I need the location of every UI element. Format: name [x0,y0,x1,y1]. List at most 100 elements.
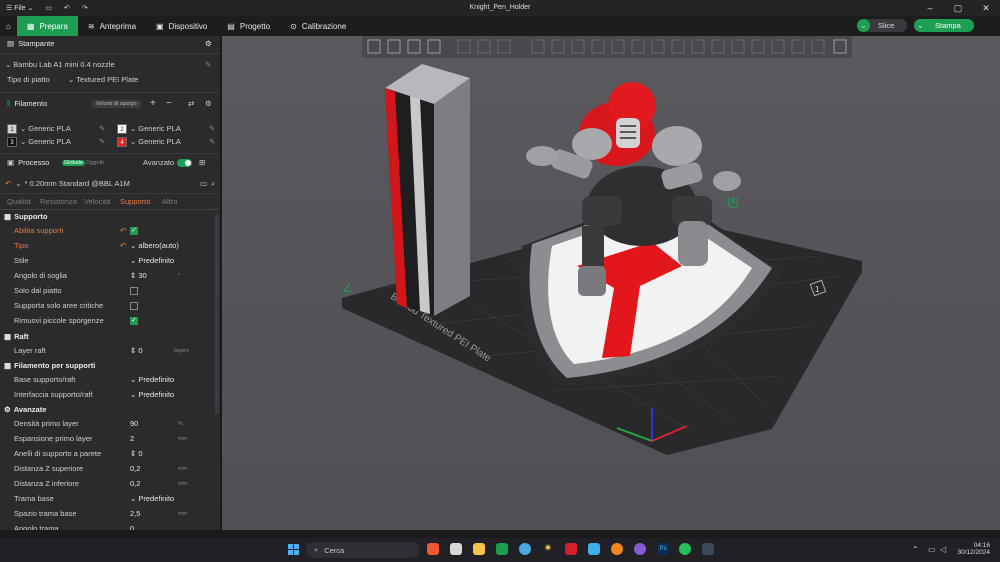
printer-select[interactable]: ⌄ Bambu Lab A1 mini 0.4 nozzle ✎ [0,57,220,72]
setting-input[interactable]: 2,5 [130,509,140,518]
support-interface-select[interactable]: ⌄ Predefinito [130,390,174,399]
subtab-supporto[interactable]: Supporto [120,197,150,206]
compare-icon[interactable]: ⊞ [199,158,205,167]
calendar-app-icon[interactable] [450,543,462,555]
edit-icon[interactable]: ✎ [99,137,105,146]
print-button[interactable]: ⌄ Stampa [914,19,974,32]
scene-canvas[interactable]: Bambu Textured PEI Plate 1 ᘎ ∠ [222,36,1000,530]
plate-only-checkbox[interactable] [130,286,138,295]
remote-app-icon[interactable] [702,543,714,555]
tray-chevron-icon[interactable]: ⌃ [912,545,919,554]
print-dropdown-icon[interactable]: ⌄ [914,21,927,30]
reset-icon[interactable]: ↶ [120,241,126,250]
volume-icon[interactable]: ◁ [940,545,946,554]
slice-dropdown-icon[interactable]: ⌄ [857,19,870,32]
undo-icon[interactable]: ↶ [58,0,76,16]
tab-prepara[interactable]: ▦ Prepara [16,16,78,36]
setting-input[interactable]: 0,2 [130,479,140,488]
process-profile-select[interactable]: ↶ ⌄ * 0.20mm Standard @BBL A1M ▭ ⌕ [0,176,220,191]
pen-holder-model[interactable] [385,64,470,316]
remove-small-checkbox[interactable] [130,316,138,325]
orange-app-icon[interactable] [611,543,623,555]
sync-icon[interactable]: ⇄ [188,99,194,108]
tab-anteprima[interactable]: ≋ Anteprima [78,16,146,36]
enable-support-checkbox[interactable] [130,226,138,235]
red-app-icon[interactable] [565,543,577,555]
maximize-button[interactable]: ▢ [944,0,972,16]
plate-type-select[interactable]: ⌄ Textured PEI Plate [68,75,138,84]
advanced-setting-row: Distanza Z superiore 0,2 mm [0,461,220,476]
remove-icon[interactable]: − [166,98,172,109]
home-icon[interactable]: ⌂ [0,16,17,36]
redo-icon[interactable]: ↷ [76,0,94,16]
tab-progetto[interactable]: ▤ Progetto [217,16,280,36]
filament-slot[interactable]: 4 ⌄ Generic PLA ✎ [117,134,220,149]
close-button[interactable]: ✕ [972,0,1000,16]
photoshop-icon[interactable]: Ps [657,543,669,555]
purple-app-icon[interactable] [634,543,646,555]
save-icon[interactable]: ▭ [39,0,58,16]
setting-input[interactable]: ⇕ 0 [130,449,143,458]
support-style-select[interactable]: ⌄ Predefinito [130,256,174,265]
filament-name: Generic PLA [138,137,181,146]
advanced-switch[interactable] [177,158,192,167]
browser-icon[interactable] [519,543,531,555]
filament-color-swatch[interactable]: 2 [117,123,127,134]
reset-icon[interactable]: ↶ [5,179,11,188]
minimize-button[interactable]: – [916,0,944,16]
add-icon[interactable]: + [150,98,156,109]
raft-layer-input[interactable]: ⇕ 0 [130,346,143,355]
file-menu[interactable]: ☰ File ⌄ [0,0,39,16]
setting-unit: mm [178,465,188,472]
save-profile-icon[interactable]: ▭ [200,179,207,188]
filament-color-swatch[interactable]: 4 [117,136,127,147]
setting-input[interactable]: 90 [130,419,138,428]
subtab-altro[interactable]: Altro [162,197,177,206]
reset-icon[interactable]: ↶ [120,226,126,235]
global-toggle[interactable]: Globale [62,159,85,166]
flush-volumes-button[interactable]: Volumi di spurgo [92,99,141,108]
3d-viewport[interactable]: Bambu Textured PEI Plate 1 ᘎ ∠ [222,36,1000,530]
support-type-select[interactable]: ⌄ albero(auto) [130,241,179,250]
search-icon[interactable]: ⌕ [211,179,215,189]
sun-app-icon[interactable]: ✷ [542,543,554,555]
filament-slot[interactable]: 3 ⌄ Generic PLA ✎ [7,134,112,149]
tab-dispositivo[interactable]: ▣ Dispositivo [146,16,217,36]
setting-label: Espansione primo layer [14,434,93,443]
subtab-qualita[interactable]: Qualità [7,197,31,206]
edit-icon[interactable]: ✎ [205,60,211,69]
device-icon: ▣ [156,21,164,31]
edit-icon[interactable]: ✎ [209,137,215,146]
setting-input[interactable]: 0,2 [130,464,140,473]
brave-icon[interactable] [427,543,439,555]
edit-icon[interactable]: ✎ [209,124,215,133]
file-explorer-icon[interactable] [473,543,485,555]
critical-only-checkbox[interactable] [130,301,138,310]
objects-toggle[interactable]: Oggetti [86,160,104,166]
subtab-velocita[interactable]: Velocità [84,197,110,206]
windows-start-icon[interactable] [288,544,299,555]
bambu-studio-icon[interactable] [496,543,508,555]
filament-section-header: ⦀ Filamento Volumi di spurgo + − ⇄ ⚙ [7,98,212,109]
taskbar-search[interactable]: ⌕ Cerca [306,542,420,558]
n-app-icon[interactable] [588,543,600,555]
filament-color-swatch[interactable]: 1 [7,123,17,134]
filament-name: Generic PLA [138,124,181,133]
setting-input[interactable]: ⌄ Predefinito [130,494,174,503]
gear-icon[interactable]: ⚙ [205,39,212,48]
setting-input[interactable]: 2 [130,434,134,443]
threshold-angle-input[interactable]: ⇕ 30 [130,271,147,280]
edit-icon[interactable]: ✎ [99,124,105,133]
support-base-select[interactable]: ⌄ Predefinito [130,375,174,384]
whatsapp-icon[interactable] [679,543,691,555]
subtab-resistenza[interactable]: Resistenza [40,197,77,206]
setting-input[interactable]: 0 [130,524,134,530]
support-interface-row: Interfaccia supporto/raft ⌄ Predefinito [14,390,175,399]
tab-calibrazione[interactable]: ⊙ Calibrazione [280,16,356,36]
clock[interactable]: 04:16 30/12/2024 [952,542,990,556]
gear-icon[interactable]: ⚙ [205,99,212,108]
filament-color-swatch[interactable]: 3 [7,136,17,147]
network-icon[interactable]: ▭ [928,545,936,554]
setting-label: Distanza Z superiore [14,464,84,473]
slice-button[interactable]: ⌄ Slice [857,19,907,32]
